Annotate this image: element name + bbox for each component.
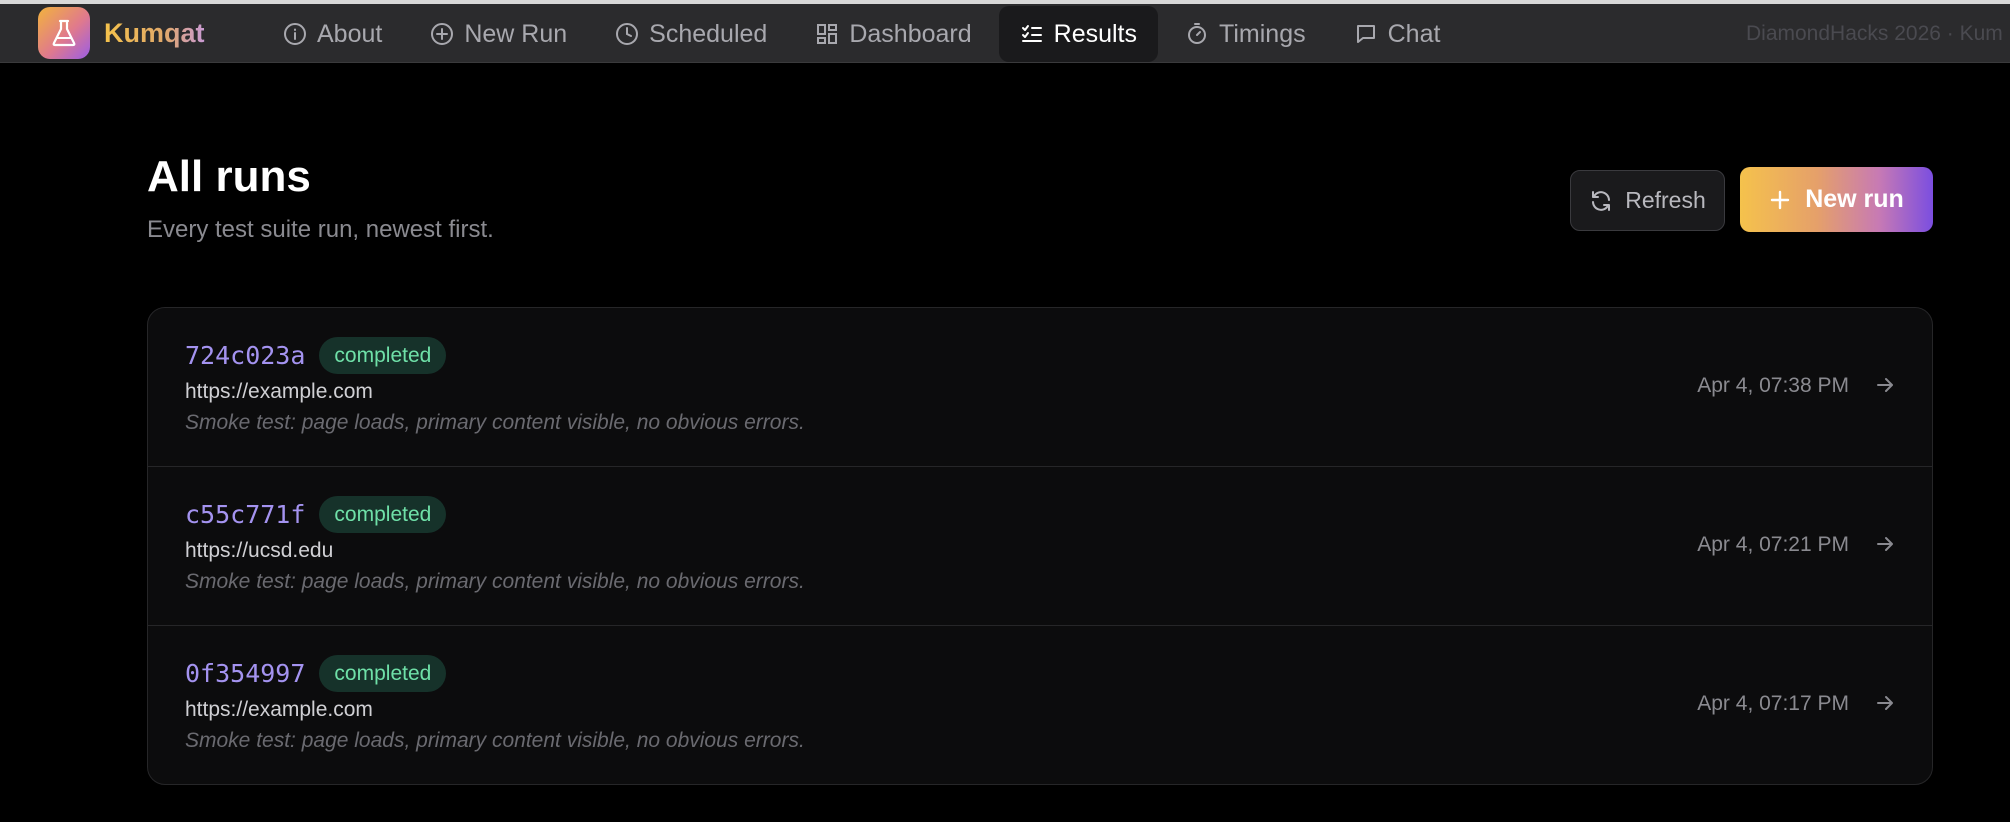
checklist-icon [1021, 25, 1042, 42]
run-url: https://ucsd.edu [185, 539, 334, 562]
nav-results[interactable]: Results [998, 6, 1159, 62]
nav-scheduled-label: Scheduled [649, 19, 768, 48]
arrow-right-icon [1877, 696, 1893, 710]
refresh-button[interactable]: Refresh [1570, 170, 1725, 231]
nav-dashboard[interactable]: Dashboard [794, 6, 992, 62]
run-timestamp: Apr 4, 07:38 PM [1697, 374, 1849, 397]
nav-chat-label: Chat [1387, 19, 1441, 48]
page-subtitle: Every test suite run, newest first. [147, 216, 494, 243]
new-run-button[interactable]: New run [1740, 167, 1933, 232]
refresh-button-label: Refresh [1625, 187, 1706, 213]
run-row[interactable]: c55c771f completed https://ucsd.edu Smok… [148, 467, 1932, 626]
run-url: https://example.com [185, 380, 373, 403]
chat-icon [1356, 25, 1375, 43]
nav-new-run-label: New Run [464, 19, 568, 48]
page-header: All runs Every test suite run, newest fi… [147, 150, 494, 244]
page-title: All runs [147, 152, 311, 201]
arrow-right-icon [1877, 537, 1893, 551]
grid-icon [817, 24, 838, 44]
run-row[interactable]: 0f354997 completed https://example.com S… [148, 626, 1932, 784]
brand-name: Kumqat [104, 17, 205, 48]
arrow-right-icon [1877, 378, 1893, 392]
nav-results-label: Results [1053, 19, 1138, 48]
run-description: Smoke test: page loads, primary content … [185, 729, 805, 752]
stopwatch-icon [1188, 23, 1207, 44]
nav-scheduled[interactable]: Scheduled [594, 6, 788, 62]
brand[interactable]: Kumqat [38, 7, 205, 59]
plus-circle-icon [431, 23, 454, 45]
runs-list: 724c023a completed https://example.com S… [147, 307, 1933, 785]
run-row[interactable]: 724c023a completed https://example.com S… [148, 308, 1932, 467]
run-id: c55c771f [185, 500, 306, 529]
status-badge: completed [319, 496, 447, 533]
run-timestamp: Apr 4, 07:21 PM [1697, 533, 1849, 556]
run-url: https://example.com [185, 698, 373, 721]
clock-icon [616, 23, 639, 45]
flask-logo-icon [38, 7, 90, 59]
nav-dashboard-label: Dashboard [849, 19, 972, 48]
status-badge: completed [319, 655, 447, 692]
top-navigation-bar: Kumqat About New Run Scheduled Dashboard… [0, 4, 2010, 63]
info-icon [284, 23, 306, 45]
status-badge: completed [319, 337, 447, 374]
main-nav: About New Run Scheduled Dashboard Result… [262, 6, 1467, 62]
plus-icon [1770, 190, 1790, 209]
run-description: Smoke test: page loads, primary content … [185, 411, 805, 434]
nav-new-run[interactable]: New Run [409, 6, 588, 62]
run-id: 0f354997 [185, 659, 306, 688]
event-label: DiamondHacks 2026 · Kum [1746, 22, 2003, 45]
nav-timings[interactable]: Timings [1164, 6, 1327, 62]
nav-about[interactable]: About [262, 6, 403, 62]
nav-about-label: About [317, 19, 383, 48]
nav-chat[interactable]: Chat [1333, 6, 1462, 62]
run-timestamp: Apr 4, 07:17 PM [1697, 692, 1849, 715]
run-id: 724c023a [185, 341, 306, 370]
run-description: Smoke test: page loads, primary content … [185, 570, 805, 593]
refresh-icon [1592, 190, 1611, 211]
nav-timings-label: Timings [1219, 19, 1306, 48]
new-run-button-label: New run [1805, 185, 1904, 213]
